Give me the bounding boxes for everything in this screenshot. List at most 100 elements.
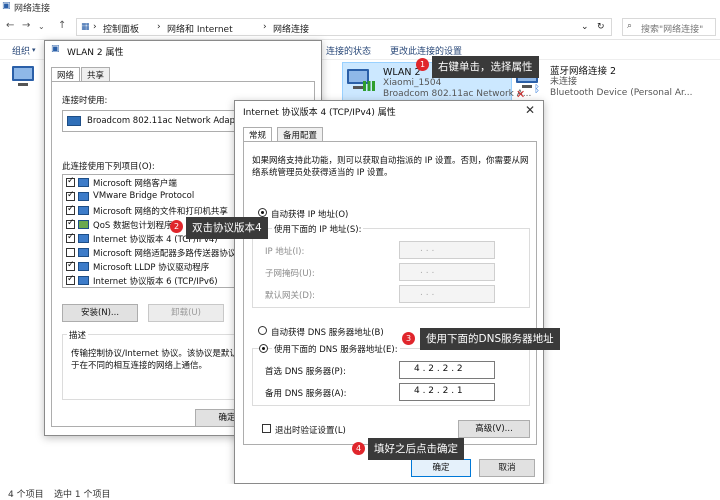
status-bar: 4 个项目 选中 1 个项目 bbox=[0, 484, 720, 500]
organize-menu[interactable]: 组织 bbox=[12, 44, 30, 57]
address-bar-row: ← → ⌄ ↑ ▦ › 控制面板 › 网络和 Internet › 网络连接 ⌄… bbox=[0, 14, 720, 40]
auto-dns-label[interactable]: 自动获得 DNS 服务器地址(B) bbox=[271, 326, 384, 338]
description-text-1: 传输控制协议/Internet 协议。该协议是默认的广 bbox=[71, 349, 255, 359]
item-label: Microsoft LLDP 协议驱动程序 bbox=[93, 263, 210, 273]
breadcrumb-network-connections[interactable]: 网络连接 bbox=[273, 22, 309, 35]
step-badge-1: 1 bbox=[416, 58, 429, 71]
item-checkbox[interactable] bbox=[66, 248, 75, 257]
adapter-name: 蓝牙网络连接 2 bbox=[550, 66, 617, 77]
adapter-bluetooth[interactable]: ✕ ᛒ 蓝牙网络连接 2 未连接 Bluetooth Device (Perso… bbox=[516, 62, 716, 102]
default-gateway-label: 默认网关(D): bbox=[265, 291, 316, 301]
network-folder-icon: ▣ bbox=[2, 1, 11, 11]
item-label: Microsoft 网络适配器多路传送器协议 bbox=[93, 249, 237, 259]
dialog-titlebar: ▣ WLAN 2 属性 bbox=[45, 41, 321, 61]
refresh-icon[interactable]: ↻ bbox=[597, 22, 605, 32]
manual-dns-radio[interactable] bbox=[259, 344, 268, 353]
item-checkbox[interactable] bbox=[66, 260, 75, 271]
items-label: 此连接使用下列项目(O): bbox=[62, 162, 155, 172]
protocol-icon bbox=[78, 178, 89, 187]
selected-count: 选中 1 个项目 bbox=[54, 490, 111, 500]
chevron-down-icon[interactable]: ⌄ bbox=[581, 22, 589, 32]
close-icon[interactable]: ✕ bbox=[525, 103, 535, 117]
chevron-down-icon[interactable]: ⌄ bbox=[38, 22, 45, 31]
back-arrow-icon[interactable]: ← bbox=[6, 20, 14, 31]
item-label: VMware Bridge Protocol bbox=[93, 191, 195, 201]
validate-checkbox[interactable] bbox=[262, 424, 271, 433]
breadcrumb-control-panel[interactable]: 控制面板 bbox=[103, 22, 139, 35]
callout-step-1: 右键单击，选择属性 bbox=[432, 56, 539, 78]
general-tab-panel: 如果网络支持此功能，则可以获取自动指派的 IP 设置。否则，你需要从网 络系统管… bbox=[243, 141, 537, 445]
tab-network[interactable]: 网络 bbox=[51, 67, 81, 82]
address-input[interactable]: ▦ › 控制面板 › 网络和 Internet › 网络连接 ⌄ ↻ bbox=[76, 18, 612, 36]
forward-arrow-icon[interactable]: → bbox=[22, 20, 30, 31]
step-badge-2: 2 bbox=[170, 220, 183, 233]
protocol-icon bbox=[78, 234, 89, 243]
tab-sharing[interactable]: 共享 bbox=[81, 67, 111, 81]
description-label: 描述 bbox=[67, 329, 89, 341]
alternate-dns-label: 备用 DNS 服务器(A): bbox=[265, 389, 347, 399]
item-checkbox[interactable] bbox=[66, 232, 75, 243]
protocol-icon bbox=[78, 276, 89, 285]
preferred-dns-label: 首选 DNS 服务器(P): bbox=[265, 367, 346, 377]
callout-step-3: 使用下面的DNS服务器地址 bbox=[420, 328, 560, 350]
explorer-titlebar: ▣ 网络连接 bbox=[0, 0, 720, 14]
network-card-icon bbox=[67, 116, 81, 126]
uninstall-button: 卸载(U) bbox=[148, 304, 224, 322]
item-checkbox[interactable] bbox=[66, 190, 75, 201]
default-gateway-input: . . . bbox=[399, 285, 495, 303]
item-label: Microsoft 网络客户端 bbox=[93, 179, 177, 189]
chevron-down-icon: ▾ bbox=[32, 46, 36, 54]
network-adapter-icon: ▣ bbox=[51, 44, 60, 54]
protocol-icon bbox=[78, 220, 89, 229]
connection-status-command[interactable]: 连接的状态 bbox=[326, 44, 371, 57]
connect-using-label: 连接时使用: bbox=[62, 96, 108, 106]
tab-general[interactable]: 常规 bbox=[243, 127, 273, 142]
bluetooth-icon: ᛒ bbox=[534, 84, 540, 95]
auto-ip-radio[interactable] bbox=[258, 208, 267, 217]
manual-dns-group: 使用下面的 DNS 服务器地址(E): 首选 DNS 服务器(P): 4 . 2… bbox=[252, 343, 530, 406]
manual-ip-label[interactable]: 使用下面的 IP 地址(S): bbox=[272, 223, 364, 235]
breadcrumb-network-internet[interactable]: 网络和 Internet bbox=[167, 22, 233, 35]
search-placeholder: 搜索"网络连接" bbox=[641, 25, 704, 35]
signal-bars-icon bbox=[363, 81, 375, 91]
advanced-button[interactable]: 高级(V)... bbox=[458, 420, 530, 438]
auto-dns-radio[interactable] bbox=[258, 326, 267, 335]
tab-alternate-config[interactable]: 备用配置 bbox=[277, 127, 324, 141]
intro-text-1: 如果网络支持此功能，则可以获取自动指派的 IP 设置。否则，你需要从网 bbox=[252, 156, 529, 166]
validate-label[interactable]: 退出时验证设置(L) bbox=[275, 424, 346, 436]
item-checkbox[interactable] bbox=[66, 176, 75, 187]
item-checkbox[interactable] bbox=[66, 204, 75, 215]
item-label: Internet 协议版本 6 (TCP/IPv6) bbox=[93, 277, 218, 287]
auto-ip-label[interactable]: 自动获得 IP 地址(O) bbox=[271, 208, 348, 220]
protocol-icon bbox=[78, 206, 89, 215]
manual-ip-group: 使用下面的 IP 地址(S): IP 地址(I): . . . 子网掩码(U):… bbox=[252, 223, 530, 308]
chevron-right-icon: › bbox=[93, 22, 97, 32]
callout-step-2: 双击协议版本4 bbox=[186, 217, 268, 239]
dialog-title: WLAN 2 属性 bbox=[67, 48, 124, 58]
item-checkbox[interactable] bbox=[66, 218, 75, 229]
search-icon: ⌕ bbox=[627, 21, 633, 31]
adapter-name: Broadcom 802.11ac Network Adapter bbox=[87, 116, 248, 126]
adapter-device: Broadcom 802.11ac Network A... bbox=[383, 89, 532, 99]
description-text-2: 于在不同的相互连接的网络上通信。 bbox=[71, 361, 208, 371]
preferred-dns-input[interactable]: 4 . 2 . 2 . 2 bbox=[399, 361, 495, 379]
adapter-device: Bluetooth Device (Personal Ar... bbox=[550, 88, 693, 98]
alternate-dns-input[interactable]: 4 . 2 . 2 . 1 bbox=[399, 383, 495, 401]
manual-dns-label[interactable]: 使用下面的 DNS 服务器地址(E): bbox=[272, 343, 400, 355]
ip-address-label: IP 地址(I): bbox=[265, 247, 305, 257]
step-badge-3: 3 bbox=[402, 332, 415, 345]
step-badge-4: 4 bbox=[352, 442, 365, 455]
search-input[interactable]: ⌕ 搜索"网络连接" bbox=[622, 18, 716, 36]
ip-address-input: . . . bbox=[399, 241, 495, 259]
dialog-title: Internet 协议版本 4 (TCP/IPv4) 属性 bbox=[243, 108, 396, 118]
cancel-button[interactable]: 取消 bbox=[479, 459, 535, 477]
protocol-icon bbox=[78, 248, 89, 257]
adapter-network: Xiaomi_1504 bbox=[383, 78, 442, 88]
control-panel-icon: ▦ bbox=[81, 22, 90, 32]
item-count: 4 个项目 bbox=[8, 490, 44, 500]
item-checkbox[interactable] bbox=[66, 274, 75, 285]
ok-button[interactable]: 确定 bbox=[411, 459, 471, 477]
subnet-mask-label: 子网掩码(U): bbox=[265, 269, 315, 279]
install-button[interactable]: 安装(N)... bbox=[62, 304, 138, 322]
up-arrow-icon[interactable]: ↑ bbox=[58, 20, 66, 31]
